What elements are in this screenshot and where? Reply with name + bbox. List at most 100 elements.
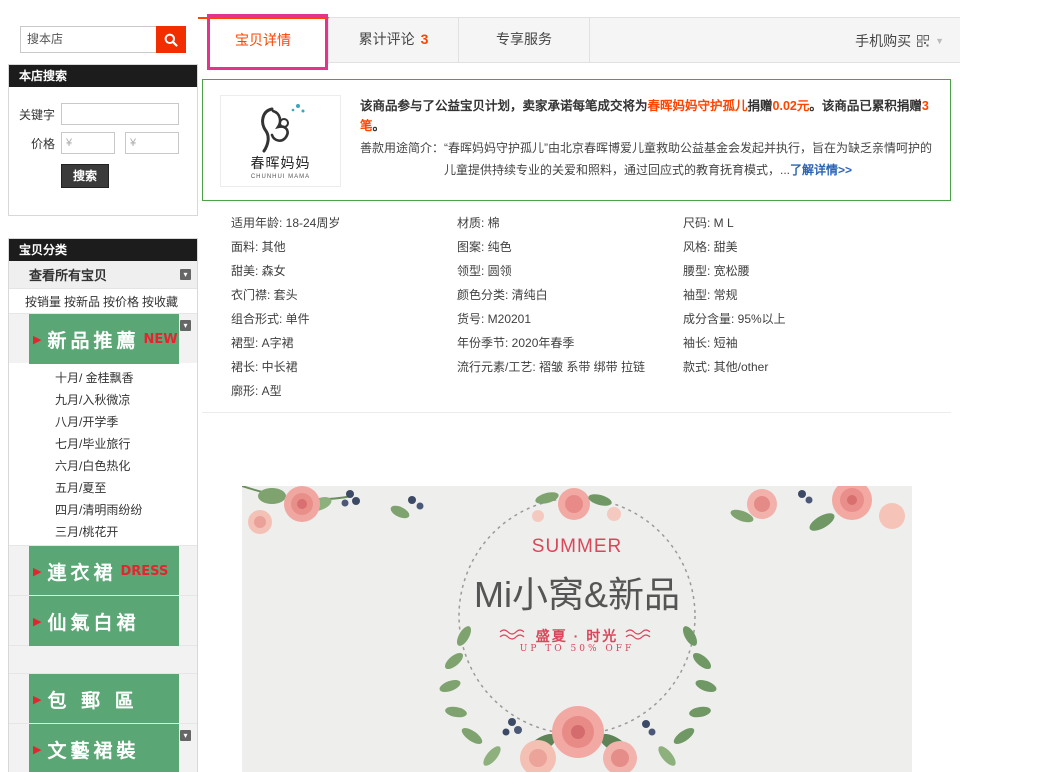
attribute-item: 腰型: 宽松腰	[683, 264, 750, 278]
detail-tabs: 宝贝详情 累计评论 3 专享服务 手机购买 ▼	[198, 17, 960, 64]
price-row: 价格 ¥ ¥	[17, 132, 179, 154]
chevron-down-icon: ▼	[935, 35, 944, 46]
tab-reviews-label: 累计评论	[358, 31, 415, 47]
new-arrivals-en-label: NEW	[143, 331, 178, 347]
mother-child-logo-icon	[260, 104, 304, 153]
charity-logo: 春晖妈妈 CHUNHUI MAMA	[220, 95, 341, 187]
category-dress: ▶ 連衣裙 DRESS	[9, 545, 197, 596]
charity-logo-cn: 春晖妈妈	[250, 156, 311, 172]
description-text: 儿童提供持续专业的关爱和照料，通过回应式的教育抚育模式，...	[444, 163, 791, 177]
dress-en-label: DRESS	[120, 563, 169, 579]
tab-reviews[interactable]: 累计评论 3	[329, 18, 459, 63]
triangle-right-icon: ▶	[33, 333, 42, 346]
category-white-dress: ▶ 仙氣白裙	[9, 595, 197, 646]
attribute-item: 裙长: 中长裙	[231, 360, 298, 374]
collapse-icon[interactable]: ▾	[180, 269, 191, 280]
tab-service[interactable]: 专享服务	[459, 18, 590, 63]
price-max-input[interactable]: ¥	[125, 132, 179, 154]
art-dress-label: 文藝裙裝	[47, 739, 140, 762]
category-spacer	[9, 645, 197, 673]
shop-search-bar: 搜本店	[20, 26, 186, 53]
sort-by-favorites[interactable]: 按收藏	[142, 293, 178, 310]
attribute-item: 袖长: 短袖	[683, 336, 738, 350]
view-all-items[interactable]: 查看所有宝贝 ▾	[9, 261, 197, 289]
triangle-right-icon: ▶	[33, 743, 42, 756]
price-min-input[interactable]: ¥	[61, 132, 115, 154]
new-arrivals-banner[interactable]: ▶ 新品推薦 NEW	[29, 314, 179, 364]
attribute-item: 年份季节: 2020年春季	[457, 336, 575, 350]
charity-description: 善款用途简介：“春晖妈妈守护孤儿”由北京春晖博爱儿童救助公益基金会发起并执行，旨…	[360, 141, 932, 155]
store-search-panel: 本店搜索 关键字 价格 ¥ ¥ 搜索	[8, 64, 198, 216]
attribute-item: 流行元素/工艺: 褶皱 系带 绑带 拉链	[457, 360, 646, 374]
list-item[interactable]: 六月/白色热化	[9, 455, 197, 477]
mobile-buy-label: 手机购买	[855, 32, 912, 49]
mobile-buy-button[interactable]: 手机购买 ▼	[855, 18, 944, 63]
price-label: 价格	[30, 136, 55, 151]
category-free-shipping: ▶ 包 郵 區	[9, 673, 197, 724]
divider	[202, 412, 951, 413]
list-item[interactable]: 十月/ 金桂飘香	[9, 367, 197, 389]
collapse-icon[interactable]: ▾	[180, 730, 191, 741]
white-dress-banner[interactable]: ▶ 仙氣白裙	[29, 596, 179, 646]
poster-subtitle: 盛夏 · 时光	[535, 628, 619, 644]
tab-item-details[interactable]: 宝贝详情	[198, 17, 329, 64]
keyword-input[interactable]	[61, 103, 179, 125]
store-search-button[interactable]: 搜索	[61, 164, 109, 188]
shop-search-input[interactable]: 搜本店	[20, 26, 156, 53]
learn-more-link[interactable]: 了解详情>>	[790, 163, 852, 177]
charity-description-cont: 儿童提供持续专业的关爱和照料，通过回应式的教育抚育模式，...了解详情>>	[360, 159, 940, 181]
triangle-right-icon: ▶	[33, 565, 42, 578]
charity-notice: 春晖妈妈 CHUNHUI MAMA 该商品参与了公益宝贝计划，卖家承诺每笔成交将…	[202, 79, 951, 201]
attribute-item: 成分含量: 95%以上	[683, 312, 786, 326]
dress-label: 連衣裙	[47, 561, 117, 584]
attribute-item: 甜美: 森女	[231, 264, 286, 278]
charity-logo-en: CHUNHUI MAMA	[250, 174, 311, 180]
headline-part: 。该商品已累积捐赠	[809, 99, 922, 113]
sort-by-new[interactable]: 按新品	[64, 293, 100, 310]
attribute-item: 风格: 甜美	[683, 240, 738, 254]
dress-banner[interactable]: ▶ 連衣裙 DRESS	[29, 546, 179, 596]
poster-discount: UP TO 50% OFF	[519, 644, 635, 654]
collapse-icon[interactable]: ▾	[180, 320, 191, 331]
list-item[interactable]: 八月/开学季	[9, 411, 197, 433]
attribute-item: 面料: 其他	[231, 240, 286, 254]
sidebar: 搜本店 本店搜索 关键字 价格 ¥ ¥ 搜索 宝贝分类 查看所有宝贝 ▾ 按销量…	[8, 0, 198, 772]
list-item[interactable]: 五月/夏至	[9, 477, 197, 499]
list-item[interactable]: 九月/入秋微凉	[9, 389, 197, 411]
headline-part: 。	[372, 119, 386, 133]
art-dress-banner[interactable]: ▶ 文藝裙裝	[29, 724, 179, 772]
headline-part: 捐赠	[747, 99, 773, 113]
category-panel: 宝贝分类 查看所有宝贝 ▾ 按销量 按新品 按价格 按收藏 ▶ 新品推薦 NEW…	[8, 238, 198, 772]
sort-by-sales[interactable]: 按销量	[25, 293, 61, 310]
attribute-item: 货号: M20201	[457, 312, 532, 326]
shop-search-button[interactable]	[156, 26, 186, 53]
triangle-right-icon: ▶	[33, 693, 42, 706]
attribute-item: 廓形: A型	[231, 384, 282, 398]
poster-title: Mi小窝&新品	[474, 574, 680, 615]
list-item[interactable]: 七月/毕业旅行	[9, 433, 197, 455]
charity-headline: 该商品参与了公益宝贝计划，卖家承诺每笔成交将为春晖妈妈守护孤儿捐赠0.02元。该…	[360, 96, 940, 136]
charity-text: 该商品参与了公益宝贝计划，卖家承诺每笔成交将为春晖妈妈守护孤儿捐赠0.02元。该…	[360, 96, 940, 181]
list-item[interactable]: 三月/桃花开	[9, 521, 197, 543]
attribute-item: 款式: 其他/other	[683, 360, 769, 374]
store-search-title: 本店搜索	[9, 65, 197, 87]
category-art-dress: ▶ 文藝裙裝 ▾	[9, 723, 197, 772]
attribute-item: 适用年龄: 18-24周岁	[231, 216, 341, 230]
sort-by-price[interactable]: 按价格	[103, 293, 139, 310]
view-all-label: 查看所有宝贝	[29, 268, 108, 283]
review-count: 3	[420, 31, 429, 47]
donation-amount: 0.02元	[772, 99, 810, 113]
new-arrivals-sublist: 十月/ 金桂飘香 九月/入秋微凉 八月/开学季 七月/毕业旅行 六月/白色热化 …	[9, 363, 197, 545]
charity-org: 春晖妈妈守护孤儿	[647, 99, 748, 113]
category-title: 宝贝分类	[9, 239, 197, 261]
qr-code-icon	[917, 34, 930, 47]
attribute-item: 尺码: M L	[683, 216, 734, 230]
attribute-item: 衣门襟: 套头	[231, 288, 298, 302]
free-shipping-banner[interactable]: ▶ 包 郵 區	[29, 674, 179, 724]
list-item[interactable]: 四月/清明雨纷纷	[9, 499, 197, 521]
search-icon	[164, 33, 178, 47]
attribute-item: 图案: 纯色	[457, 240, 512, 254]
keyword-row: 关键字	[17, 103, 179, 125]
headline-part: 该商品参与了公益宝贝计划，卖家承诺每笔成交将为	[360, 99, 648, 113]
attribute-item: 颜色分类: 清纯白	[457, 288, 548, 302]
